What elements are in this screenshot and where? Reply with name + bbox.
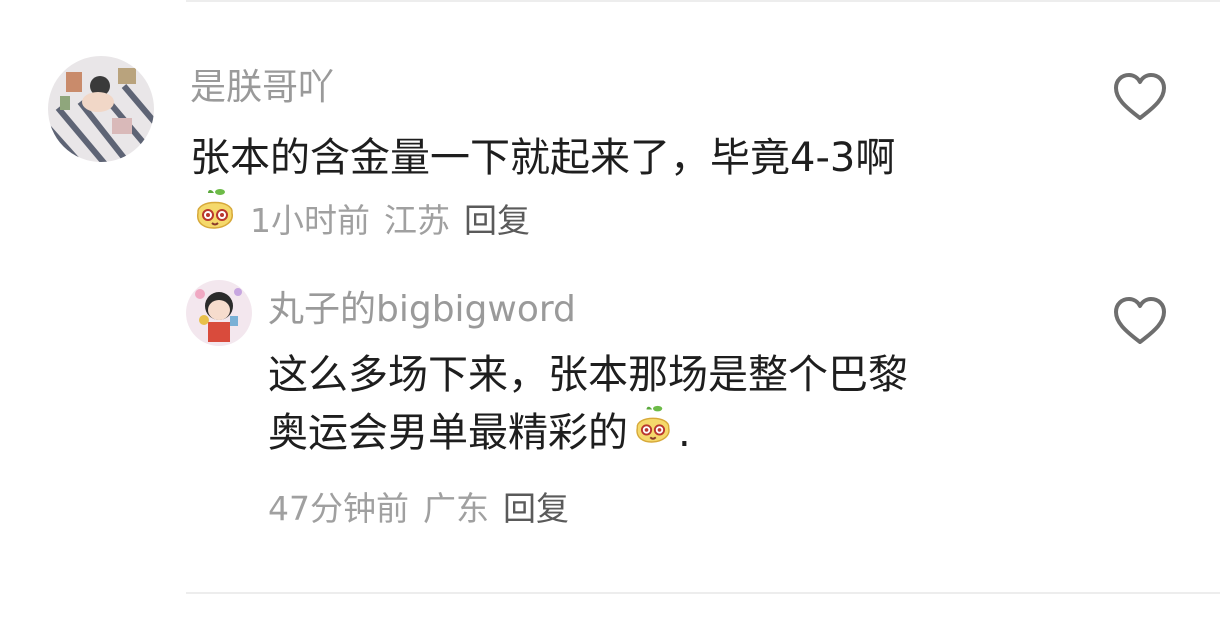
avatar-illustration bbox=[186, 280, 252, 346]
heart-outline-icon bbox=[1114, 73, 1166, 120]
like-button[interactable] bbox=[1110, 292, 1170, 352]
reply-text: 这么多场下来，张本那场是整个巴黎 奥运会男单最精彩的 . bbox=[268, 346, 1058, 462]
reply-text-line: 奥运会男单最精彩的 . bbox=[268, 404, 1058, 462]
comment-location: 江苏 bbox=[384, 201, 450, 240]
user-avatar[interactable] bbox=[186, 280, 252, 346]
reply-button[interactable]: 回复 bbox=[464, 194, 530, 242]
reply-button[interactable]: 回复 bbox=[503, 482, 569, 530]
comment-location: 广东 bbox=[423, 489, 489, 528]
reply-text-segment: 奥运会男单最精彩的 bbox=[268, 410, 628, 456]
comment-meta: 47分钟前 广东 回复 bbox=[268, 478, 583, 534]
heart-outline-icon bbox=[1114, 297, 1166, 344]
comment-time: 1小时前 bbox=[250, 201, 370, 240]
sticker-badge bbox=[190, 187, 240, 249]
like-button[interactable] bbox=[1110, 68, 1170, 128]
mango-face-emoji-icon bbox=[636, 405, 670, 443]
bottom-divider bbox=[186, 592, 1220, 594]
top-divider bbox=[186, 0, 1220, 2]
reply-text-line: 这么多场下来，张本那场是整个巴黎 bbox=[268, 352, 908, 398]
user-avatar[interactable] bbox=[48, 56, 154, 162]
comment-text: 张本的含金量一下就起来了，毕竟4-3啊 bbox=[190, 135, 896, 181]
avatar-illustration bbox=[48, 56, 154, 162]
mango-face-emoji-icon bbox=[197, 189, 233, 229]
comment-author[interactable]: 是朕哥吖 bbox=[190, 58, 334, 110]
reply-text-suffix: . bbox=[678, 410, 691, 456]
comment-time: 47分钟前 bbox=[268, 489, 409, 528]
comment-meta: 1小时前 江苏 回复 bbox=[190, 187, 544, 249]
comment-author[interactable]: 丸子的bigbigword bbox=[268, 280, 576, 332]
